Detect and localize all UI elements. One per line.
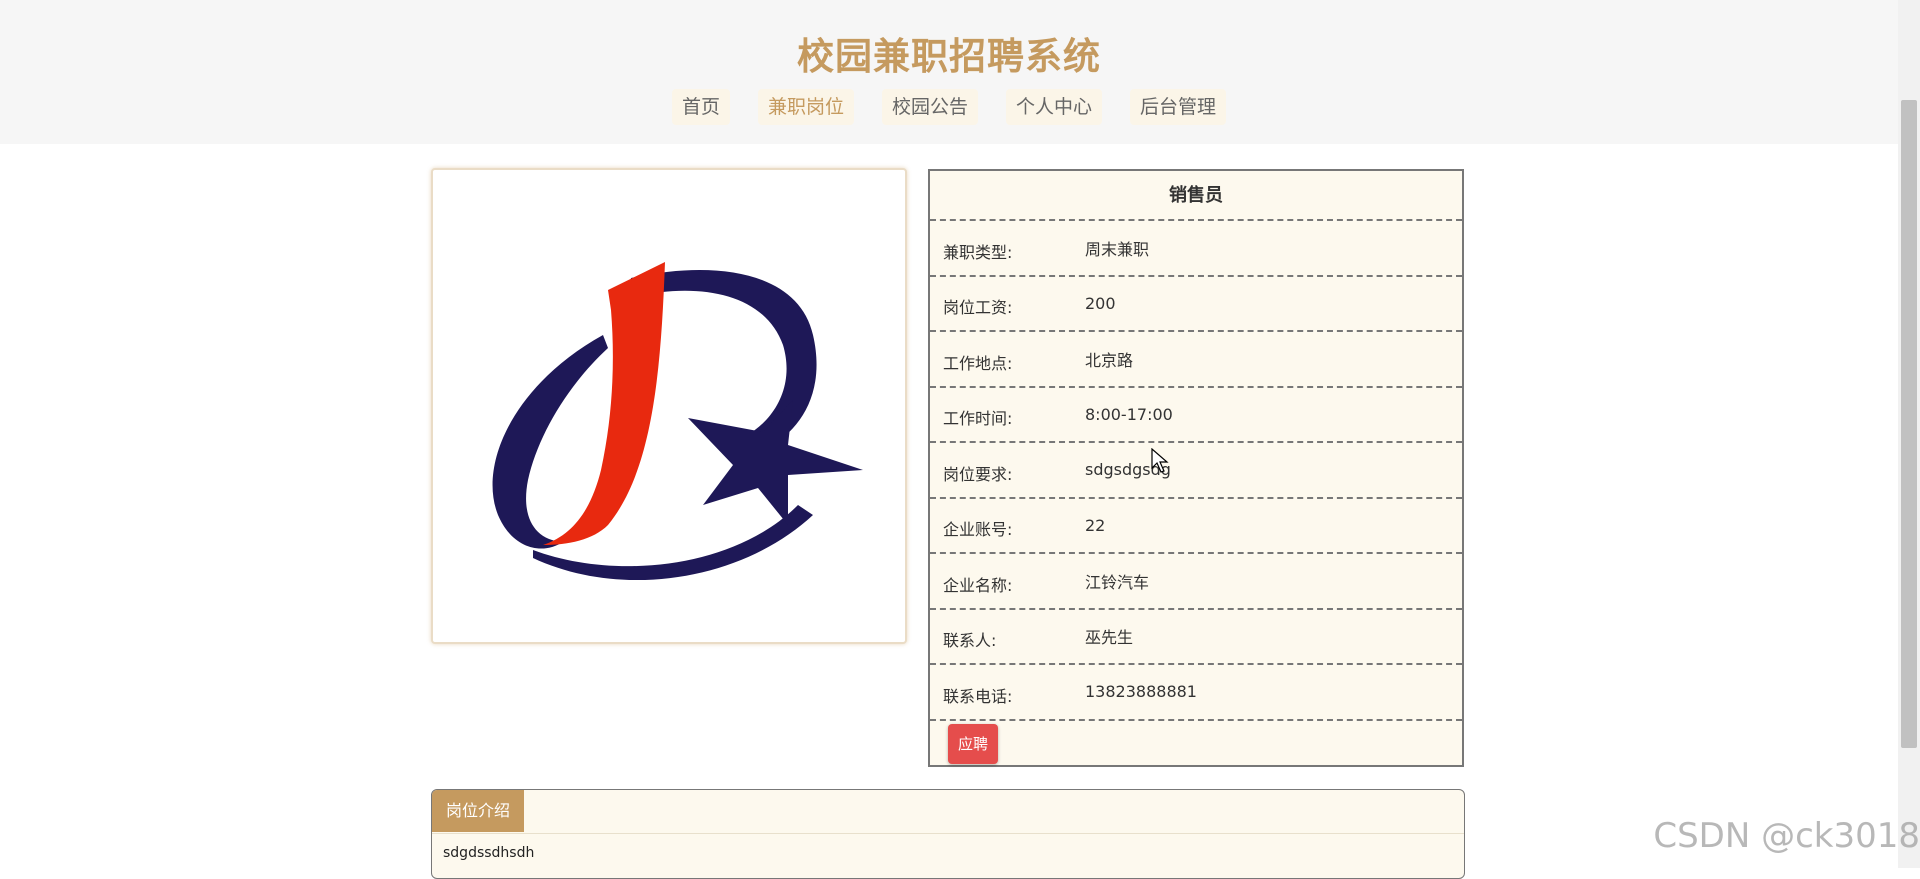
detail-row-company-name: 企业名称: 江铃汽车 (930, 554, 1462, 610)
field-label: 企业名称: (943, 575, 1013, 595)
detail-row-type: 兼职类型: 周末兼职 (930, 221, 1462, 277)
field-label: 企业账号: (943, 520, 1013, 540)
detail-row-requirements: 岗位要求: sdgsdgsdg (930, 443, 1462, 499)
field-value: 13823888881 (1085, 682, 1197, 702)
watermark: CSDN @ck3018 (1653, 816, 1920, 856)
field-value: 北京路 (1085, 350, 1134, 370)
detail-row-phone: 联系电话: 13823888881 (930, 665, 1462, 721)
intro-tab[interactable]: 岗位介绍 (432, 790, 525, 832)
field-label: 联系人: (943, 631, 997, 651)
company-logo-card (431, 168, 907, 644)
field-value: 8:00-17:00 (1085, 404, 1173, 424)
nav-item-notices[interactable]: 校园公告 (881, 89, 978, 125)
detail-row-hours: 工作时间: 8:00-17:00 (930, 388, 1462, 443)
company-logo (492, 262, 863, 581)
apply-button[interactable]: 应聘 (948, 723, 998, 764)
job-detail-table: 销售员 兼职类型: 周末兼职 岗位工资: 200 工作地点: 北京路 工作时间:… (928, 169, 1464, 767)
nav-item-home[interactable]: 首页 (671, 89, 730, 125)
nav-item-personal-center[interactable]: 个人中心 (1006, 89, 1103, 125)
field-label: 工作时间: (943, 409, 1013, 429)
site-header: 校园兼职招聘系统 首页 兼职岗位 校园公告 个人中心 后台管理 (0, 0, 1898, 144)
intro-text: sdgdssdhsdh (443, 845, 535, 861)
divider (432, 833, 1464, 834)
detail-row-location: 工作地点: 北京路 (930, 332, 1462, 388)
field-label: 联系电话: (943, 686, 1013, 706)
mouse-cursor-icon (1151, 448, 1169, 473)
field-label: 岗位要求: (943, 464, 1013, 484)
apply-row: 应聘 (930, 721, 1462, 767)
site-title: 校园兼职招聘系统 (797, 35, 1101, 78)
field-value: 200 (1085, 293, 1116, 313)
detail-row-contact: 联系人: 巫先生 (930, 610, 1462, 665)
nav-item-admin[interactable]: 后台管理 (1130, 89, 1227, 125)
field-value: 22 (1085, 515, 1106, 535)
field-value: 巫先生 (1085, 628, 1134, 648)
detail-row-company-account: 企业账号: 22 (930, 499, 1462, 554)
field-value: 周末兼职 (1085, 239, 1150, 259)
field-label: 兼职类型: (943, 242, 1013, 262)
field-value: 江铃汽车 (1085, 572, 1150, 592)
detail-row-salary: 岗位工资: 200 (930, 277, 1462, 332)
field-label: 工作地点: (943, 353, 1013, 373)
job-title: 销售员 (930, 171, 1462, 221)
job-intro-panel: 岗位介绍 sdgdssdhsdh (431, 789, 1465, 879)
scrollbar-thumb[interactable] (1901, 100, 1917, 748)
field-label: 岗位工资: (943, 298, 1013, 318)
page-scrollbar[interactable] (1898, 0, 1920, 868)
main-nav: 首页 兼职岗位 校园公告 个人中心 后台管理 (0, 89, 1898, 125)
nav-item-jobs[interactable]: 兼职岗位 (757, 89, 854, 125)
